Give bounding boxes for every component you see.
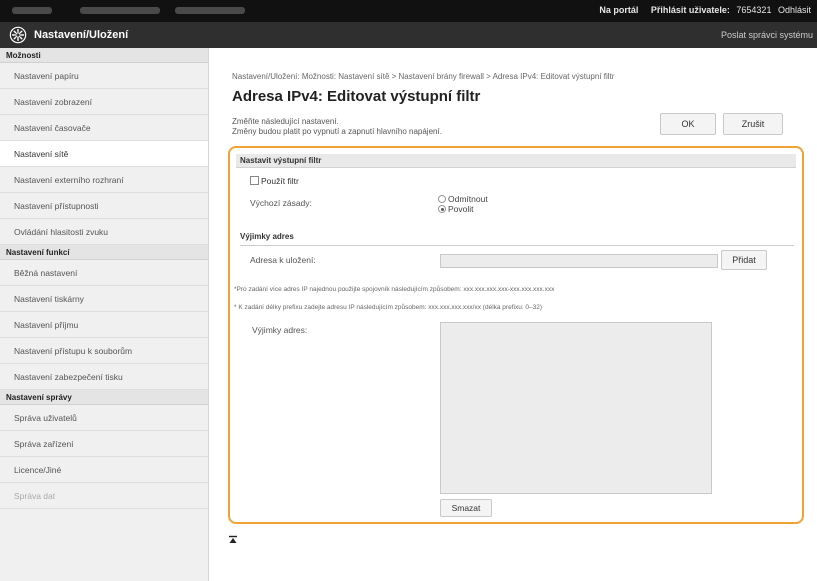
sidebar-item-accessibility[interactable]: Nastavení přístupnosti — [0, 193, 208, 219]
use-filter-checkbox[interactable]: Použít filtr — [250, 176, 299, 186]
add-button[interactable]: Přidat — [721, 250, 767, 270]
sidebar-section-management: Nastavení správy — [0, 390, 208, 405]
sidebar-item-external-interface[interactable]: Nastavení externího rozhraní — [0, 167, 208, 193]
sidebar-item-volume[interactable]: Ovládání hlasitosti zvuku — [0, 219, 208, 245]
exceptions-subheader: Výjimky adres — [240, 232, 794, 246]
blurred-text — [175, 7, 245, 14]
send-to-admin-link[interactable]: Poslat správci systému — [721, 30, 813, 40]
delete-button[interactable]: Smazat — [440, 499, 492, 517]
portal-link[interactable]: Na portál — [599, 5, 638, 15]
default-policy-label: Výchozí zásady: — [250, 198, 312, 208]
sidebar-item-network[interactable]: Nastavení sítě — [0, 141, 208, 167]
sidebar-item-device[interactable]: Správa zařízení — [0, 431, 208, 457]
exceptions-list[interactable] — [440, 322, 712, 494]
user-name: 7654321 — [736, 5, 772, 15]
sidebar-item-receive[interactable]: Nastavení příjmu — [0, 312, 208, 338]
sidebar-item-data[interactable]: Správa dat — [0, 483, 208, 509]
instructions: Změňte následující nastavení. Změny budo… — [232, 117, 442, 137]
top-bar: Na portál Přihlásit uživatele: 7654321 O… — [0, 0, 817, 22]
scroll-to-top-icon[interactable] — [228, 535, 238, 545]
cancel-button[interactable]: Zrušit — [723, 113, 783, 135]
use-filter-label: Použít filtr — [261, 176, 299, 186]
section-header: Nastavit výstupní filtr — [236, 154, 796, 168]
sidebar-section-options: Možnosti — [0, 48, 208, 63]
note-prefix: * K zadání délky prefixu zadejte adresu … — [234, 304, 543, 311]
sidebar: Možnosti Nastavení papíru Nastavení zobr… — [0, 48, 209, 581]
blurred-text — [80, 7, 160, 14]
top-links: Na portál Přihlásit uživatele: 7654321 O… — [589, 5, 811, 15]
header-bar: Nastavení/Uložení Poslat správci systému — [0, 22, 817, 48]
sidebar-item-file-access[interactable]: Nastavení přístupu k souborům — [0, 338, 208, 364]
login-user-label: Přihlásit uživatele: — [650, 5, 730, 15]
exceptions-list-label: Výjimky adres: — [252, 325, 308, 335]
instruction-line: Změňte následující nastavení. — [232, 117, 339, 126]
sidebar-item-paper[interactable]: Nastavení papíru — [0, 63, 208, 89]
sidebar-item-license[interactable]: Licence/Jiné — [0, 457, 208, 483]
radio-button[interactable] — [438, 195, 446, 203]
policy-reject-radio[interactable]: Odmítnout — [438, 194, 488, 204]
sidebar-item-display[interactable]: Nastavení zobrazení — [0, 89, 208, 115]
sidebar-item-print-security[interactable]: Nastavení zabezpečení tisku — [0, 364, 208, 390]
breadcrumb: Nastavení/Uložení: Možnosti: Nastavení s… — [232, 72, 615, 81]
policy-allow-radio[interactable]: Povolit — [438, 204, 474, 214]
sidebar-section-functions: Nastavení funkcí — [0, 245, 208, 260]
address-label: Adresa k uložení: — [250, 255, 316, 265]
checkbox-box[interactable] — [250, 176, 259, 185]
logout-link[interactable]: Odhlásit — [778, 5, 811, 15]
instruction-line: Změny budou platit po vypnutí a zapnutí … — [232, 127, 442, 136]
main-content: Nastavení/Uložení: Možnosti: Nastavení s… — [210, 48, 817, 581]
policy-allow-label: Povolit — [448, 204, 474, 214]
ok-button[interactable]: OK — [660, 113, 716, 135]
policy-reject-label: Odmítnout — [448, 194, 488, 204]
app-title: Nastavení/Uložení — [34, 29, 129, 41]
page-title: Adresa IPv4: Editovat výstupní filtr — [232, 88, 481, 105]
note-range: *Pro zadání více adres IP najednou použi… — [234, 286, 555, 293]
radio-button-selected[interactable] — [438, 205, 446, 213]
output-filter-panel: Nastavit výstupní filtr Použít filtr Výc… — [228, 146, 804, 524]
sidebar-item-common[interactable]: Běžná nastavení — [0, 260, 208, 286]
sidebar-item-timer[interactable]: Nastavení časovače — [0, 115, 208, 141]
blurred-logo — [12, 7, 52, 14]
settings-gear-icon — [9, 26, 27, 44]
sidebar-item-printer[interactable]: Nastavení tiskárny — [0, 286, 208, 312]
sidebar-item-users[interactable]: Správa uživatelů — [0, 405, 208, 431]
address-input[interactable] — [440, 254, 718, 268]
